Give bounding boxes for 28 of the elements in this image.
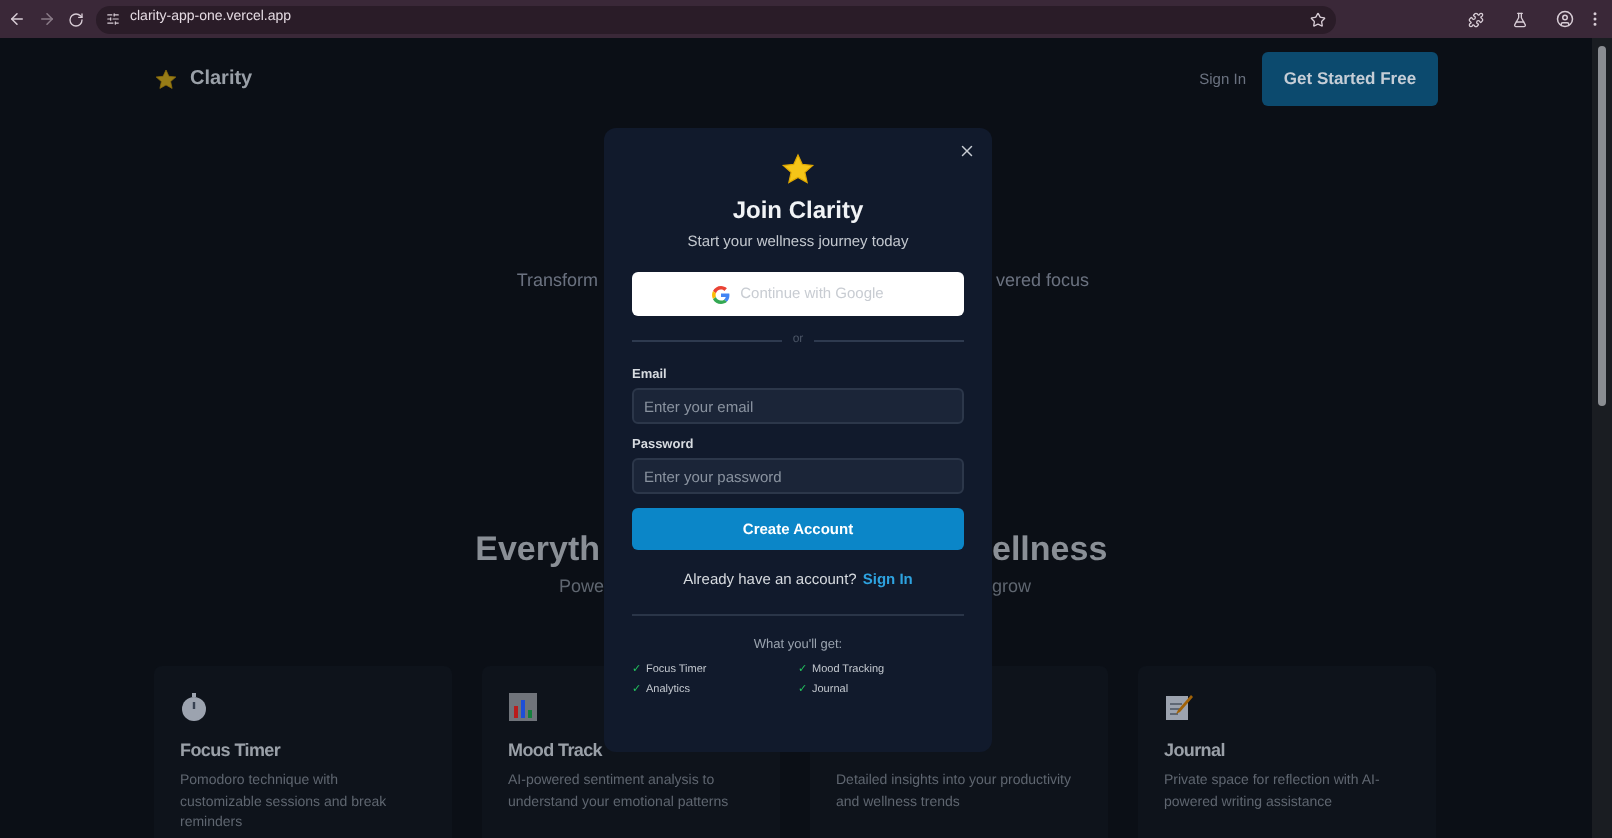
close-button[interactable] xyxy=(958,142,976,160)
dialog-title: Join Clarity xyxy=(732,196,864,226)
back-icon[interactable] xyxy=(8,10,26,28)
feature-title: Mood Track xyxy=(508,738,603,762)
memo-icon xyxy=(1164,692,1194,722)
stopwatch-icon xyxy=(180,692,208,722)
subtitle-text: grow xyxy=(992,574,1032,598)
profile-icon[interactable] xyxy=(1556,10,1574,28)
site-settings-icon[interactable] xyxy=(106,12,120,26)
heading-text: Everyth xyxy=(475,530,600,570)
logo-text[interactable]: Clarity xyxy=(190,64,253,94)
bookmark-icon[interactable] xyxy=(1310,11,1326,27)
close-icon xyxy=(958,142,976,160)
heading-text: ellness xyxy=(992,530,1108,570)
star-logo-icon xyxy=(154,67,178,91)
star-icon xyxy=(780,152,816,188)
get-started-button[interactable]: Get Started Free xyxy=(1262,52,1438,106)
reload-icon[interactable] xyxy=(68,11,84,27)
google-icon xyxy=(712,285,731,303)
feature-title: Focus Timer xyxy=(180,738,281,762)
extensions-icon[interactable] xyxy=(1468,11,1484,27)
subtitle-text: Powe xyxy=(558,574,604,598)
tagline-text: Transform xyxy=(516,268,598,292)
flask-icon[interactable] xyxy=(1512,11,1528,27)
bar-chart-icon xyxy=(508,692,538,722)
feature-title: Journal xyxy=(1164,738,1225,762)
scrollbar[interactable] xyxy=(1592,38,1612,838)
tagline-text: vered focus xyxy=(996,268,1090,292)
